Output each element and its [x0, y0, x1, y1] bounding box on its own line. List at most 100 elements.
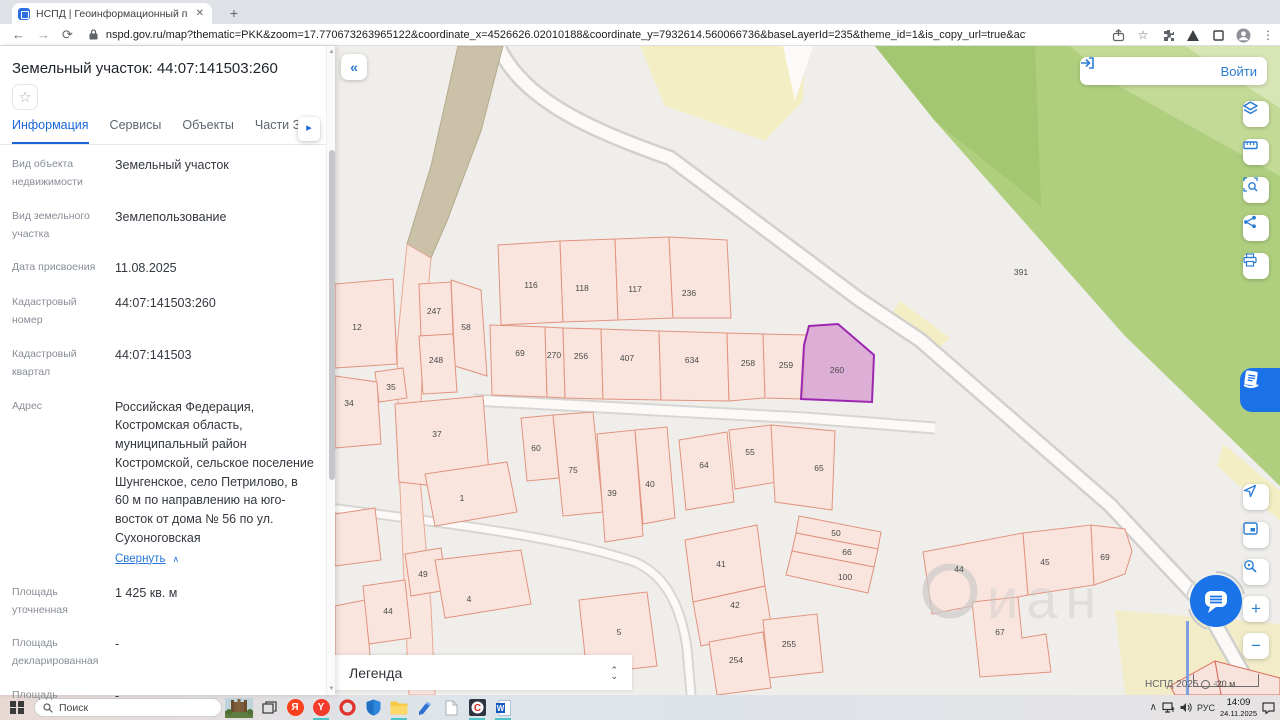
field-row: Вид объекта недвижимости Земельный участо…	[12, 148, 314, 200]
parcel-shape[interactable]	[544, 326, 566, 399]
parcel-label: 258	[741, 358, 755, 368]
feedback-icon	[1243, 370, 1259, 388]
legend-expander-icon[interactable]: ⌃ ⌄	[610, 665, 618, 680]
extensions-puzzle-icon[interactable]	[1160, 27, 1176, 43]
parcel-shape[interactable]	[335, 375, 382, 449]
kompas-app-icon[interactable]: C	[466, 695, 488, 720]
parcel-label: 247	[427, 306, 441, 316]
parcel-shape[interactable]	[335, 507, 382, 567]
parcel-shape[interactable]	[658, 330, 730, 402]
scrollbar-up-icon[interactable]: ▲	[327, 47, 336, 57]
tab-2[interactable]: Сервисы	[110, 118, 162, 144]
tabs-scroll-right-button[interactable]: ▸	[298, 117, 320, 141]
nspd-favicon	[18, 7, 30, 20]
field-value: Землепользование	[115, 209, 227, 224]
browser-menu-icon[interactable]: ⋮	[1260, 27, 1276, 43]
field-value: Земельный участок	[115, 158, 229, 172]
action-center-icon[interactable]	[1262, 701, 1275, 714]
parcel-label: 100	[838, 572, 852, 582]
profile-avatar[interactable]	[1235, 27, 1251, 43]
share-icon[interactable]	[1110, 27, 1126, 43]
parcel-label: 45	[1040, 557, 1050, 567]
parcel-label: 34	[344, 398, 354, 408]
word-app-icon[interactable]: W	[492, 695, 514, 720]
login-icon	[1081, 57, 1094, 69]
parcel-label: 117	[628, 284, 642, 294]
document-file-icon[interactable]	[440, 695, 462, 720]
field-row: Адрес Российская Федерация, Костромская о…	[12, 390, 314, 576]
tab-1[interactable]: Информация	[12, 118, 89, 144]
panel-scrollbar[interactable]: ▲ ▼	[326, 46, 335, 695]
field-label: Площадь декларированная	[12, 637, 99, 668]
collapse-address-link[interactable]: Свернуть	[115, 551, 165, 568]
extension-box-icon[interactable]	[1210, 27, 1226, 43]
taskbar-clock[interactable]: 14:09 24.11.2025	[1220, 698, 1257, 717]
parcel-shape[interactable]	[600, 328, 662, 401]
scrollbar-thumb[interactable]	[328, 150, 335, 480]
parcel-label: 248	[429, 355, 443, 365]
parcel-label: 64	[699, 460, 709, 470]
field-label: Кадастровый квартал	[12, 347, 77, 378]
forward-icon[interactable]: →	[37, 25, 50, 45]
parcel-label: 634	[685, 355, 699, 365]
cadastral-map[interactable]: иан 122475824835343714944456075394064556…	[335, 46, 1280, 695]
parcel-shape[interactable]	[335, 278, 398, 369]
parcel-label: 39	[607, 488, 617, 498]
network-icon[interactable]	[1162, 702, 1175, 713]
field-value: 1 425 кв. м	[115, 585, 178, 600]
defender-shield-icon[interactable]	[362, 695, 384, 720]
favorite-star-button[interactable]: ☆	[12, 84, 38, 110]
svg-text:C: C	[473, 703, 480, 714]
parcel-label: 4	[467, 594, 472, 604]
parcel-label: 236	[682, 288, 696, 298]
chatbot-button[interactable]	[1184, 569, 1248, 633]
overview-map-button[interactable]	[1243, 522, 1269, 548]
parcel-shape[interactable]	[562, 327, 604, 400]
parcel-shape[interactable]	[559, 238, 619, 323]
zoom-out-button[interactable]: −	[1243, 633, 1269, 659]
measure-ruler-button[interactable]	[1243, 139, 1269, 165]
tray-expand-icon[interactable]: ∧	[1150, 702, 1157, 713]
parcel-shape[interactable]	[668, 236, 732, 319]
area-search-button[interactable]	[1243, 177, 1269, 203]
legend-bar[interactable]: Легенда ⌃ ⌄	[335, 655, 632, 690]
opera-browser-icon[interactable]	[336, 695, 358, 720]
feedback-widget-button[interactable]	[1240, 368, 1280, 412]
bookmark-star-icon[interactable]: ☆	[1135, 27, 1151, 43]
field-value: -	[115, 689, 120, 704]
geolocation-button[interactable]	[1243, 484, 1269, 510]
new-tab-button[interactable]: +	[224, 4, 244, 24]
parcel-shape[interactable]	[770, 424, 836, 511]
collapse-panel-button[interactable]: «	[341, 54, 367, 80]
map-container[interactable]: иан 12 247 58 248 35 34 37 1 49 44 4 5 60 75 39 40 64 55 6…	[335, 46, 1280, 695]
parcel-shape[interactable]	[678, 431, 735, 511]
nav-right-icons: ☆ ⋮	[1110, 24, 1276, 46]
parcel-label: 58	[461, 322, 471, 332]
field-label: Адрес	[12, 399, 43, 412]
print-button[interactable]	[1243, 253, 1269, 279]
tab-3[interactable]: Объекты	[182, 118, 234, 144]
language-indicator[interactable]: РУС	[1197, 703, 1215, 713]
layers-button[interactable]	[1243, 101, 1269, 127]
parcel-shape[interactable]	[489, 324, 548, 398]
extension-triangle-icon[interactable]	[1185, 27, 1201, 43]
share-map-button[interactable]	[1243, 215, 1269, 241]
reload-icon[interactable]: ⟳	[62, 25, 73, 45]
field-row: Площадь декларированная -	[12, 627, 314, 679]
field-value: Российская Федерация, Костромская област…	[115, 398, 314, 568]
browser-tab[interactable]: НСПД | Геоинформационный п ✕	[12, 3, 212, 24]
tab-close-icon[interactable]: ✕	[194, 8, 206, 19]
field-row: Площадь -	[12, 679, 314, 714]
login-bar[interactable]: Войти	[1080, 57, 1267, 85]
volume-icon[interactable]	[1180, 702, 1192, 713]
parcel-shape[interactable]	[614, 236, 674, 321]
back-icon[interactable]: ←	[12, 25, 25, 45]
parcel-label: 255	[782, 639, 796, 649]
themes-app-icon[interactable]	[414, 695, 436, 720]
scrollbar-down-icon[interactable]: ▼	[327, 684, 336, 694]
parcel-shape[interactable]	[728, 424, 778, 490]
panel-fields: Вид объекта недвижимости Земельный участо…	[12, 148, 314, 720]
file-explorer-icon[interactable]	[388, 695, 410, 720]
url-text[interactable]: nspd.gov.ru/map?thematic=PKK&zoom=17.770…	[106, 29, 1026, 41]
parcel-label: 65	[814, 463, 824, 473]
